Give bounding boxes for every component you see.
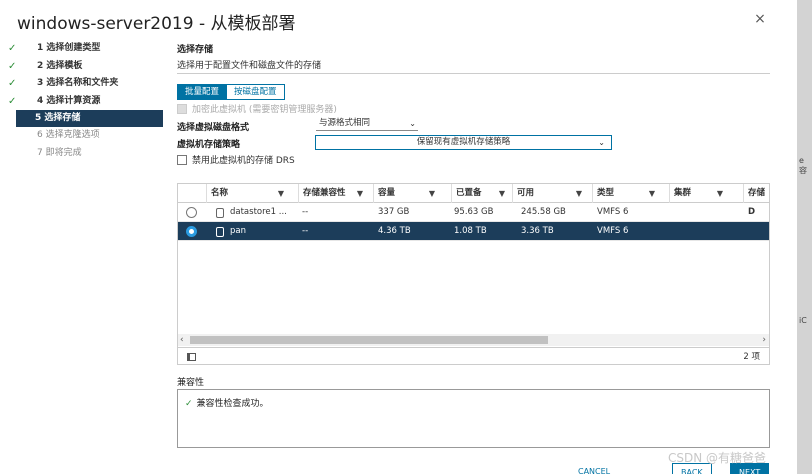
step-label: 2 选择模板 [37, 60, 83, 71]
col-storage-drs[interactable]: 存储 D [743, 184, 769, 217]
cell-free: 245.58 GB [521, 207, 566, 217]
col-compat[interactable]: 存储兼容性 ▼ [298, 184, 369, 203]
cancel-button[interactable]: CANCEL [570, 463, 618, 474]
filter-icon[interactable]: ▼ [717, 184, 723, 203]
section-title: 选择存储 [177, 45, 214, 55]
chevron-down-icon: ⌄ [598, 138, 605, 147]
cell-provisioned: 1.08 TB [454, 226, 487, 236]
table-row[interactable]: datastore1 ... -- 337 GB 95.63 GB 245.58… [178, 203, 769, 222]
background-window: e 容 iC [797, 0, 812, 474]
cell-capacity: 337 GB [378, 207, 410, 217]
chevron-down-icon: ⌄ [409, 119, 416, 128]
background-text: iC [799, 316, 807, 325]
step-7: 7 即将完成 [37, 147, 82, 158]
background-text: e 容 [799, 156, 807, 175]
grid-header: 名称 ▼ 存储兼容性 ▼ 容量 ▼ 已置备 ▼ 可用 ▼ 类型 ▼ 集群 ▼ 存储 D [178, 184, 769, 217]
cell-capacity: 4.36 TB [378, 226, 411, 236]
col-capacity[interactable]: 容量 ▼ [373, 184, 441, 203]
step-label: 4 选择计算资源 [37, 95, 101, 106]
drs-checkbox[interactable] [177, 154, 187, 165]
filter-icon[interactable]: ▼ [499, 184, 505, 203]
encrypt-label: 加密此虚拟机 (需要密钥管理服务器) [192, 105, 337, 115]
cell-compat: -- [302, 226, 309, 236]
datastore-icon [216, 208, 224, 218]
encrypt-row: 加密此虚拟机 (需要密钥管理服务器) [177, 102, 337, 115]
drs-label: 禁用此虚拟机的存储 DRS [192, 156, 295, 166]
policy-select[interactable]: 保留现有虚拟机存储策略 ⌄ [315, 135, 612, 150]
col-cluster[interactable]: 集群 ▼ [669, 184, 729, 203]
datastore-grid: 名称 ▼ 存储兼容性 ▼ 容量 ▼ 已置备 ▼ 可用 ▼ 类型 ▼ 集群 ▼ 存储 D dat… [177, 183, 770, 365]
filter-icon[interactable]: ▼ [278, 184, 284, 203]
datastore-icon [216, 227, 224, 237]
section-description: 选择用于配置文件和磁盘文件的存储 [177, 61, 322, 71]
disk-format-value: 与源格式相同 [319, 118, 371, 128]
step-1[interactable]: ✓ 1 选择创建类型 [0, 40, 170, 58]
encrypt-checkbox[interactable] [177, 103, 187, 114]
compat-message: ✓ 兼容性检查成功。 [185, 399, 269, 409]
deploy-dialog: windows-server2019 - 从模板部署 × ✓ 1 选择创建类型 ✓… [0, 0, 797, 474]
col-provisioned[interactable]: 已置备 ▼ [451, 184, 511, 203]
row-radio[interactable] [186, 207, 197, 218]
config-mode-toggle: 批量配置 按磁盘配置 [177, 84, 285, 100]
check-icon: ✓ [185, 399, 193, 409]
filter-icon[interactable]: ▼ [357, 184, 363, 203]
filter-icon[interactable]: ▼ [429, 184, 435, 203]
main-panel: 选择存储 选择用于配置文件和磁盘文件的存储 [177, 42, 770, 71]
grid-footer: 2 项 [178, 347, 769, 364]
cell-provisioned: 95.63 GB [454, 207, 494, 217]
batch-config-button[interactable]: 批量配置 [177, 84, 228, 100]
cell-compat: -- [302, 207, 309, 217]
watermark: CSDN @有糖爸爸 [668, 451, 767, 465]
filter-icon[interactable]: ▼ [576, 184, 582, 203]
item-count: 2 项 [743, 352, 760, 362]
col-type[interactable]: 类型 ▼ [592, 184, 661, 203]
step-2[interactable]: ✓ 2 选择模板 [0, 58, 170, 76]
policy-label: 虚拟机存储策略 [177, 140, 241, 150]
scroll-thumb[interactable] [190, 336, 548, 344]
table-row[interactable]: pan -- 4.36 TB 1.08 TB 3.36 TB VMFS 6 [178, 222, 769, 241]
cell-name: pan [230, 226, 246, 236]
dialog-title: windows-server2019 - 从模板部署 [17, 14, 296, 34]
disk-format-label: 选择虚拟磁盘格式 [177, 123, 250, 133]
check-icon: ✓ [8, 43, 17, 54]
filter-icon[interactable]: ▼ [649, 184, 655, 203]
step-label: 3 选择名称和文件夹 [37, 78, 119, 88]
col-free[interactable]: 可用 ▼ [512, 184, 588, 203]
compat-panel: ✓ 兼容性检查成功。 [177, 389, 770, 448]
per-disk-config-button[interactable]: 按磁盘配置 [227, 84, 285, 100]
check-icon: ✓ [8, 60, 17, 72]
column-toggle-icon[interactable] [187, 353, 196, 361]
col-name[interactable]: 名称 ▼ [206, 184, 290, 203]
compat-label: 兼容性 [177, 378, 205, 388]
horizontal-scrollbar[interactable]: ‹ › [178, 334, 769, 346]
cell-type: VMFS 6 [597, 226, 629, 236]
cell-type: VMFS 6 [597, 207, 629, 217]
close-icon[interactable]: × [753, 12, 767, 26]
step-3[interactable]: ✓ 3 选择名称和文件夹 [0, 75, 170, 93]
policy-value: 保留现有虚拟机存储策略 [416, 137, 511, 147]
step-label: 1 选择创建类型 [37, 43, 101, 53]
step-5[interactable]: 5 选择存储 [16, 110, 163, 127]
row-radio[interactable] [186, 226, 197, 237]
drs-row: 禁用此虚拟机的存储 DRS [177, 153, 295, 166]
step-4[interactable]: ✓ 4 选择计算资源 [0, 93, 170, 111]
divider [177, 73, 770, 74]
cell-free: 3.36 TB [521, 226, 554, 236]
scroll-right-icon[interactable]: › [762, 334, 766, 346]
check-icon: ✓ [8, 78, 17, 89]
check-icon: ✓ [8, 95, 17, 107]
wizard-steps: ✓ 1 选择创建类型 ✓ 2 选择模板 ✓ 3 选择名称和文件夹 ✓ 4 选择计算资源 … [0, 40, 170, 162]
disk-format-select[interactable]: 与源格式相同 ⌄ [316, 117, 418, 131]
scroll-left-icon[interactable]: ‹ [180, 334, 184, 346]
cell-name: datastore1 ... [230, 207, 287, 217]
step-6: 6 选择克隆选项 [37, 130, 100, 140]
